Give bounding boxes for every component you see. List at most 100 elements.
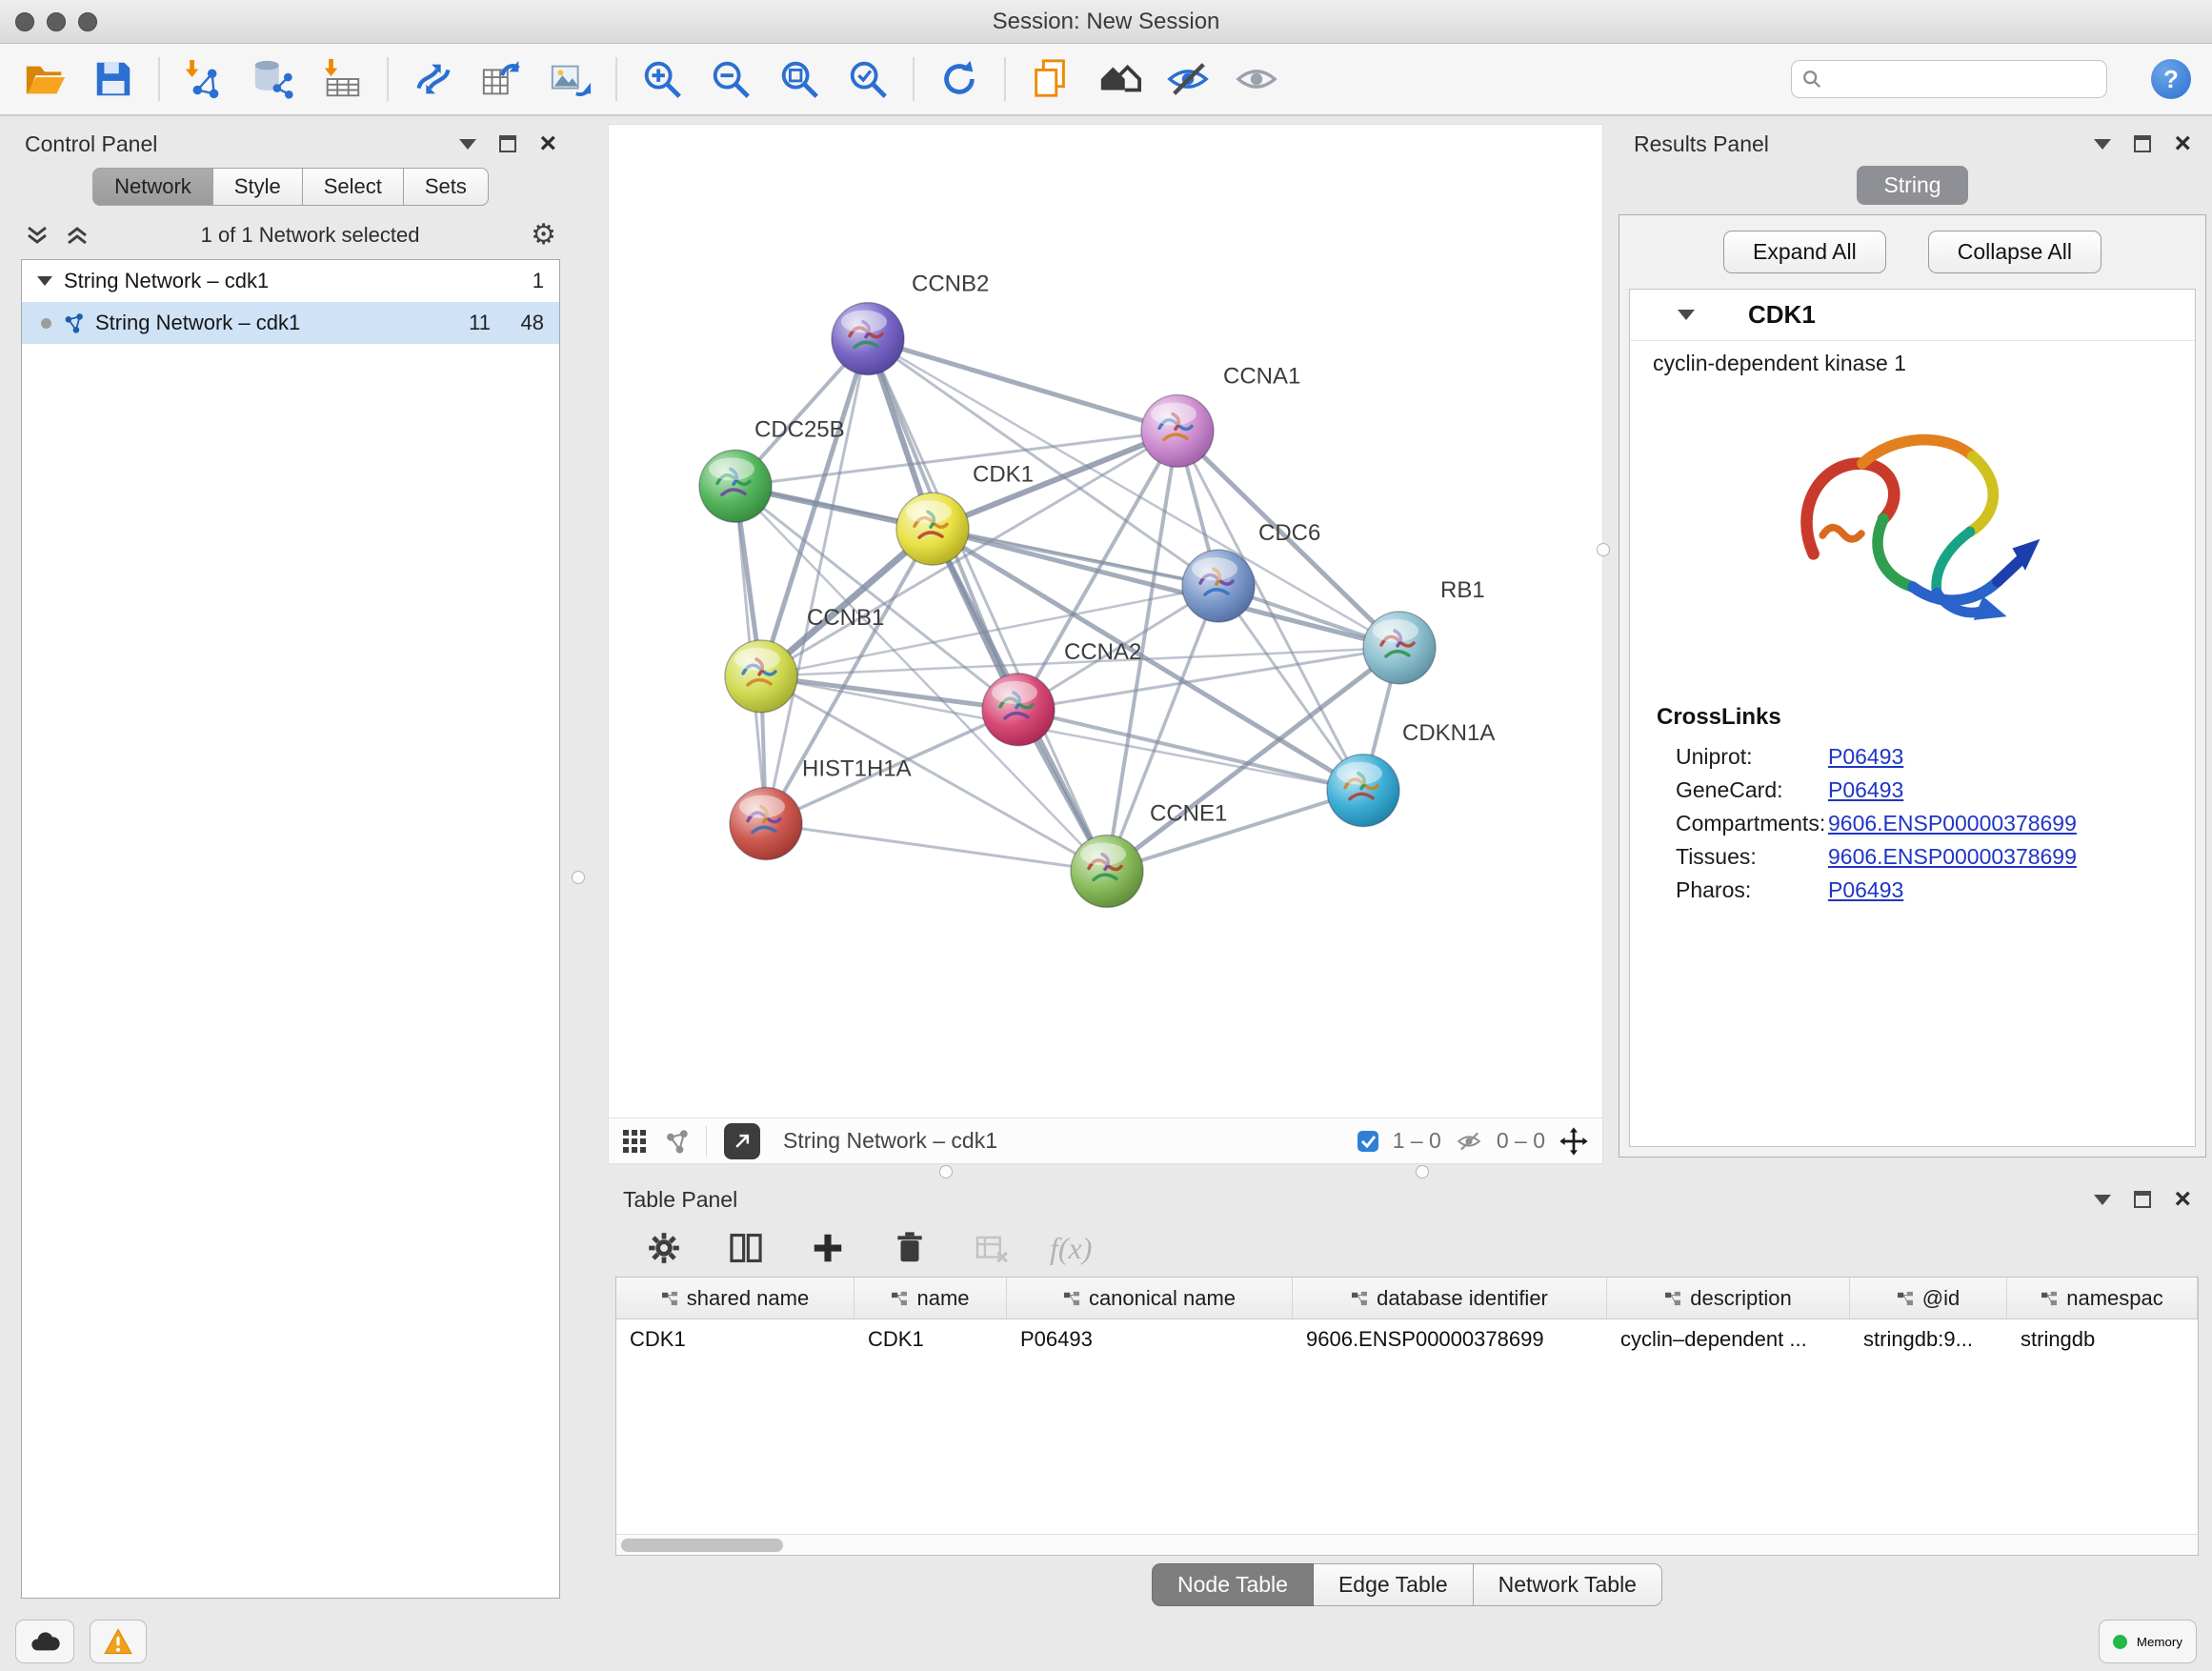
network-node-RB1[interactable]: RB1 <box>1363 577 1485 684</box>
network-node-HIST1H1A[interactable]: HIST1H1A <box>730 756 912 860</box>
network-node-CDC6[interactable]: CDC6 <box>1182 520 1320 622</box>
column-header-name[interactable]: name <box>855 1278 1007 1319</box>
network-collection-row[interactable]: String Network – cdk1 1 <box>22 260 559 302</box>
edge-HIST1H1A-CCNE1[interactable] <box>766 824 1107 872</box>
splitter-handle[interactable] <box>1416 1165 1429 1178</box>
genecard-link[interactable]: P06493 <box>1828 777 1903 803</box>
collapse-all-icon[interactable] <box>65 225 90 246</box>
string-results-tab[interactable]: String <box>1857 166 1967 205</box>
open-in-new-button[interactable] <box>724 1123 760 1159</box>
close-panel-icon[interactable]: × <box>2174 1185 2191 1214</box>
pharos-link[interactable]: P06493 <box>1828 877 1903 903</box>
tab-node-table[interactable]: Node Table <box>1152 1563 1314 1606</box>
tab-network[interactable]: Network <box>92 168 213 206</box>
search-input[interactable] <box>1831 68 2097 91</box>
column-header-description[interactable]: description <box>1607 1278 1850 1319</box>
splitter-handle[interactable] <box>572 871 585 884</box>
tab-network-table[interactable]: Network Table <box>1474 1563 1662 1606</box>
collapse-panel-icon[interactable] <box>2094 1195 2111 1205</box>
memory-button[interactable]: Memory <box>2099 1620 2197 1663</box>
close-panel-icon[interactable]: × <box>539 130 556 158</box>
network-canvas[interactable]: CCNB2CCNA1CDC25BCDK1CDC6RB1CCNB1CCNA2CDK… <box>609 125 1602 1117</box>
hidden-eye-slash-icon[interactable] <box>1455 1129 1483 1154</box>
cell-id[interactable]: stringdb:9... <box>1850 1319 2007 1359</box>
selected-nodes-checkbox-icon[interactable] <box>1357 1130 1379 1153</box>
edge-CDKN1A-CCNE1[interactable] <box>1107 791 1363 872</box>
column-header-namespace[interactable]: namespac <box>2007 1278 2198 1319</box>
cell-description[interactable]: cyclin–dependent ... <box>1607 1319 1850 1359</box>
collapse-panel-icon[interactable] <box>459 139 476 150</box>
network-node-CCNB2[interactable]: CCNB2 <box>832 272 989 375</box>
float-panel-icon[interactable] <box>2134 1191 2151 1208</box>
show-columns-button[interactable] <box>722 1224 770 1272</box>
import-network-database-button[interactable] <box>250 55 297 103</box>
string-share-icon[interactable] <box>664 1129 689 1154</box>
edge-CCNB2-CCNA1[interactable] <box>868 339 1177 432</box>
edge-CCNB2-RB1[interactable] <box>868 339 1399 648</box>
splitter-handle[interactable] <box>939 1165 953 1178</box>
uniprot-link[interactable]: P06493 <box>1828 744 1903 770</box>
zoom-fit-button[interactable] <box>775 55 823 103</box>
edge-CCNB1-CCNA2[interactable] <box>761 676 1018 710</box>
zoom-selected-button[interactable] <box>844 55 892 103</box>
export-image-button[interactable] <box>547 55 594 103</box>
delete-column-button[interactable] <box>886 1224 934 1272</box>
expand-all-button[interactable]: Expand All <box>1723 231 1886 273</box>
edge-CDK1-RB1[interactable] <box>933 529 1399 648</box>
float-panel-icon[interactable] <box>499 135 516 152</box>
horizontal-splitter[interactable] <box>608 1164 2212 1179</box>
network-node-CCNA1[interactable]: CCNA1 <box>1141 363 1300 467</box>
edge-CCNB2-CCNE1[interactable] <box>868 339 1107 872</box>
splitter-handle[interactable] <box>1597 543 1610 556</box>
edge-CCNA2-CDKN1A[interactable] <box>1018 710 1363 791</box>
grid-view-icon[interactable] <box>622 1129 647 1154</box>
cell-database-identifier[interactable]: 9606.ENSP00000378699 <box>1293 1319 1607 1359</box>
help-button[interactable]: ? <box>2151 59 2191 99</box>
hide-graphics-button[interactable] <box>1164 55 1212 103</box>
cloud-status-button[interactable] <box>15 1620 74 1663</box>
network-node-CDKN1A[interactable]: CDKN1A <box>1327 720 1495 827</box>
zoom-out-button[interactable] <box>707 55 754 103</box>
cell-canonical-name[interactable]: P06493 <box>1007 1319 1293 1359</box>
column-header-id[interactable]: @id <box>1850 1278 2007 1319</box>
float-panel-icon[interactable] <box>2134 135 2151 152</box>
protein-section-header[interactable]: CDK1 <box>1630 290 2195 341</box>
duplicate-button[interactable] <box>1027 55 1075 103</box>
horizontal-scrollbar[interactable] <box>616 1534 2198 1555</box>
warnings-button[interactable] <box>90 1620 147 1663</box>
zoom-in-button[interactable] <box>638 55 686 103</box>
cell-shared-name[interactable]: CDK1 <box>616 1319 855 1359</box>
tree-expand-icon[interactable] <box>37 276 52 286</box>
apply-layout-button[interactable] <box>410 55 457 103</box>
show-graphics-button[interactable] <box>1233 55 1280 103</box>
network-node-CCNE1[interactable]: CCNE1 <box>1071 801 1227 908</box>
tab-edge-table[interactable]: Edge Table <box>1314 1563 1474 1606</box>
compartments-link[interactable]: 9606.ENSP00000378699 <box>1828 811 2077 836</box>
import-network-file-button[interactable] <box>181 55 229 103</box>
edge-CCNB2-HIST1H1A[interactable] <box>766 339 868 824</box>
column-header-canonical-name[interactable]: canonical name <box>1007 1278 1293 1319</box>
home-button[interactable] <box>1096 55 1143 103</box>
expand-all-icon[interactable] <box>25 225 50 246</box>
table-settings-button[interactable] <box>640 1224 688 1272</box>
refresh-view-button[interactable] <box>935 55 983 103</box>
tab-select[interactable]: Select <box>303 168 404 206</box>
import-table-button[interactable] <box>318 55 366 103</box>
table-row[interactable]: CDK1 CDK1 P06493 9606.ENSP00000378699 cy… <box>616 1319 2198 1359</box>
open-session-button[interactable] <box>21 55 69 103</box>
scrollbar-thumb[interactable] <box>621 1539 783 1552</box>
save-session-button[interactable] <box>90 55 137 103</box>
move-crosshair-icon[interactable] <box>1558 1126 1589 1157</box>
tissues-link[interactable]: 9606.ENSP00000378699 <box>1828 844 2077 870</box>
section-collapse-icon[interactable] <box>1678 310 1695 320</box>
export-network-button[interactable] <box>478 55 526 103</box>
column-header-database-identifier[interactable]: database identifier <box>1293 1278 1607 1319</box>
network-row[interactable]: String Network – cdk1 11 48 <box>22 302 559 344</box>
cell-name[interactable]: CDK1 <box>855 1319 1007 1359</box>
column-header-shared-name[interactable]: shared name <box>616 1278 855 1319</box>
add-column-button[interactable] <box>804 1224 852 1272</box>
network-options-gear-icon[interactable]: ⚙ <box>531 221 556 250</box>
collapse-all-button[interactable]: Collapse All <box>1928 231 2101 273</box>
cell-namespace[interactable]: stringdb <box>2007 1319 2198 1359</box>
close-panel-icon[interactable]: × <box>2174 130 2191 158</box>
